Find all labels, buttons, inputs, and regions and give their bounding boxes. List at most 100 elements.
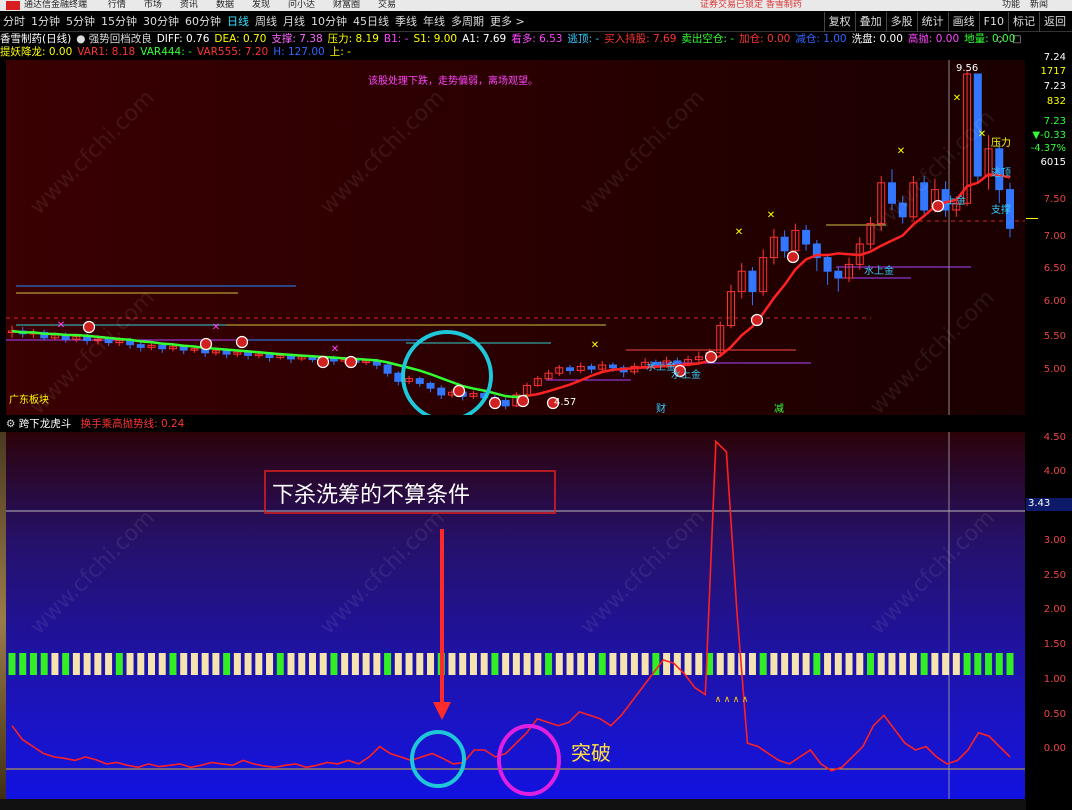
candlestick [598, 360, 607, 372]
tool-button-4[interactable]: 画线 [947, 12, 979, 32]
period-tab-13[interactable]: 多周期 [448, 12, 487, 32]
lock-notice: 证券交易已锁定 香雪制药 [700, 0, 802, 10]
magenta-highlight-circle [497, 724, 561, 796]
main-kline-panel[interactable]: ✕ ✕ ✕ ✕ ✕ ✕ ✕ ✕ ✕ 该股处理下跌，走势偏弱，离场观望。 广东板块 4.57 9.56 财 减… [6, 60, 1025, 415]
period-tab-7[interactable]: 周线 [252, 12, 280, 32]
candlestick [147, 342, 156, 351]
indicator-legend-main: 香雪制药(日线) ● 强势回档改良 DIFF: 0.76 DEA: 0.70 支撑: 7… [0, 33, 1026, 46]
peak-marker-icon: ∧ [724, 695, 731, 705]
period-tab-9[interactable]: 10分钟 [308, 12, 350, 32]
cross-marker-icon: ✕ [767, 210, 775, 221]
cross-marker-icon: ✕ [57, 320, 65, 331]
tool-button-1[interactable]: 叠加 [854, 12, 886, 32]
legend-main-item-9: 看多: 6.53 [511, 33, 563, 45]
signal-ball-icon [235, 335, 249, 349]
signal-bar [512, 653, 520, 675]
period-tab-1[interactable]: 1分钟 [28, 12, 63, 32]
period-tab-14[interactable]: 更多 > [487, 12, 528, 32]
quote-value-1: 1717 [1040, 66, 1066, 77]
legend-main-item-16: 高抛: 0.00 [907, 33, 960, 45]
tool-button-5[interactable]: F10 [978, 12, 1008, 32]
signal-bar [566, 653, 574, 675]
tool-button-6[interactable]: 标记 [1008, 12, 1039, 32]
signal-bar [298, 653, 306, 675]
signal-bar [362, 653, 370, 675]
legend-main-item-13: 加仓: 0.00 [739, 33, 791, 45]
signal-bar [394, 653, 402, 675]
signal-ball-icon [488, 396, 502, 410]
menu-item-6[interactable]: 财富圈 [333, 0, 360, 10]
menu-item-4[interactable]: 发现 [252, 0, 270, 10]
legend-main-item-2: DIFF: 0.76 [156, 33, 210, 45]
candlestick [726, 284, 735, 329]
candlestick [748, 267, 757, 306]
breakout-text: 突破 [571, 741, 611, 765]
signal-bar [126, 653, 134, 675]
tool-button-3[interactable]: 统计 [916, 12, 948, 32]
sub-tick-8: 0.50 [1043, 709, 1066, 720]
period-tab-11[interactable]: 季线 [392, 12, 420, 32]
period-tab-3[interactable]: 15分钟 [98, 12, 140, 32]
period-tab-10[interactable]: 45日线 [350, 12, 392, 32]
price-tick-4: 5.50 [1043, 331, 1066, 342]
legend-main-item-17: 地量: 0.00 [964, 33, 1016, 45]
menu-item-1[interactable]: 市场 [144, 0, 162, 10]
cross-marker-icon: ✕ [953, 93, 961, 104]
period-tab-4[interactable]: 30分钟 [140, 12, 182, 32]
candlestick [619, 365, 628, 378]
signal-bar [802, 653, 810, 675]
quote-value-6: -4.37% [1030, 143, 1066, 154]
legend-main-item-11: 买入持股: 7.69 [604, 33, 677, 45]
sub-indicator-header: ⚙ 跨下龙虎斗 换手乘高抛势线: 0.24 [0, 417, 1026, 431]
sub-settings-icon[interactable]: ⚙ [6, 418, 15, 430]
signal-bar [963, 653, 971, 675]
candlestick [394, 371, 403, 386]
signal-bar [180, 653, 188, 675]
signal-bar [308, 653, 316, 675]
signal-bar [384, 653, 392, 675]
signal-bar [866, 653, 874, 675]
period-tab-8[interactable]: 月线 [280, 12, 308, 32]
signal-bar [770, 653, 778, 675]
tool-button-2[interactable]: 多股 [885, 12, 917, 32]
signal-bar [598, 653, 606, 675]
signal-bar [856, 653, 864, 675]
candlestick [802, 224, 811, 251]
menu-item-5[interactable]: 问小达 [288, 0, 315, 10]
signal-bar [995, 653, 1003, 675]
legend-main-item-4: 支撑: 7.38 [271, 33, 323, 45]
signal-bar [244, 653, 252, 675]
period-tab-2[interactable]: 5分钟 [63, 12, 98, 32]
title-right-item-0[interactable]: 功能 [1002, 0, 1020, 10]
candlestick [887, 169, 896, 210]
legend-main-item-14: 减仓: 1.00 [795, 33, 847, 45]
cross-marker-icon: ✕ [591, 340, 599, 351]
peak-marker-icon: ∧ [742, 695, 749, 705]
price-tick-2: 6.50 [1043, 263, 1066, 274]
tool-button-7[interactable]: 返回 [1039, 12, 1070, 32]
candlestick [383, 363, 392, 377]
price-axis: 7.24 1717 7.23 832 7.23 ▼-0.33 -4.37% 6015 7.50 7… [1026, 48, 1072, 418]
title-right-item-1[interactable]: 新闻 [1030, 0, 1048, 10]
tool-button-0[interactable]: 复权 [823, 12, 855, 32]
signal-bar [105, 653, 113, 675]
sub-tick-6: 1.50 [1043, 639, 1066, 650]
menu-item-0[interactable]: 行情 [108, 0, 126, 10]
menu-item-2[interactable]: 资讯 [180, 0, 198, 10]
quote-value-5: ▼-0.33 [1032, 130, 1066, 141]
signal-bar [663, 653, 671, 675]
signal-bar [330, 653, 338, 675]
period-tab-6[interactable]: 日线 [224, 12, 252, 32]
signal-bar [899, 653, 907, 675]
expand-icon[interactable]: ◇ [996, 34, 1004, 45]
menu-item-3[interactable]: 数据 [216, 0, 234, 10]
legend-sub-item-3: VAR555: 7.20 [196, 46, 269, 58]
period-tab-5[interactable]: 60分钟 [182, 12, 224, 32]
sub-indicator-panel[interactable]: ∧ ∧ ∧ ∧ 下杀洗筹的不算条件 突破 [6, 432, 1025, 799]
maximize-icon[interactable]: □ [1012, 34, 1021, 45]
period-tab-0[interactable]: 分时 [0, 12, 28, 32]
period-tab-12[interactable]: 年线 [420, 12, 448, 32]
signal-bar [212, 653, 220, 675]
signal-bar [888, 653, 896, 675]
menu-item-7[interactable]: 交易 [378, 0, 396, 10]
